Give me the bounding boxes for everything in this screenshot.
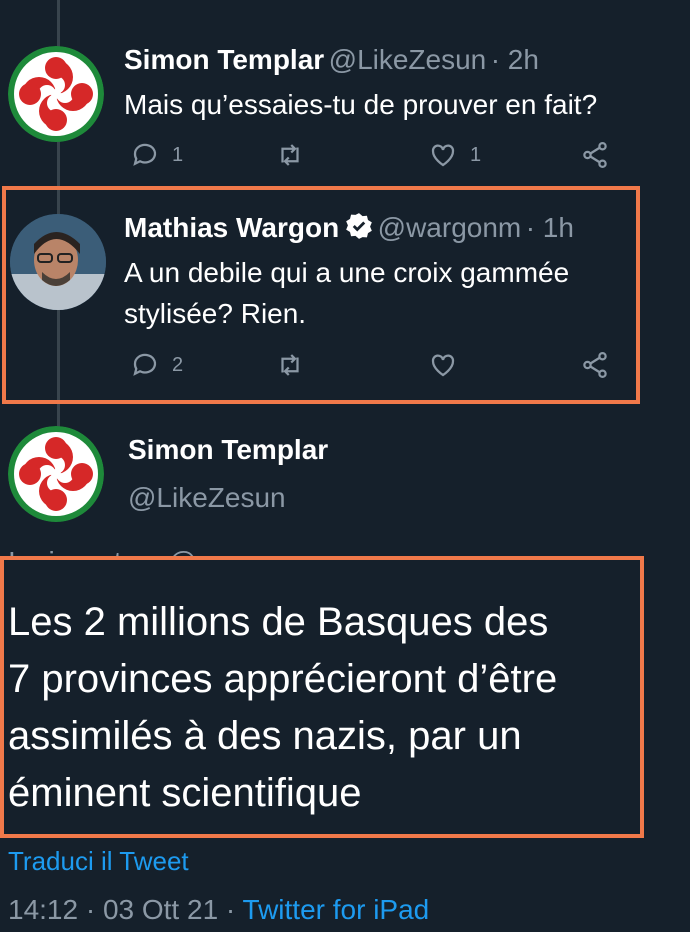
main-tweet-text-line2: 7 provinces apprécieront d’être — [8, 657, 558, 701]
main-tweet-handle[interactable]: @LikeZesun — [128, 482, 286, 514]
tweet2-text-line2: stylisée? Rien. — [124, 298, 307, 329]
heart-icon — [431, 354, 455, 377]
tweet-timestamp-row: 14:12 · 03 Ott 21 · Twitter for iPad — [8, 894, 429, 926]
tweet2-header: Mathias Wargon @wargonm · 1h — [124, 212, 574, 244]
main-tweet-text-line4: éminent scientifique — [8, 771, 362, 815]
tweet1-share-button[interactable] — [580, 140, 610, 170]
tweet2-actions: 2 — [130, 350, 630, 390]
tweet1-header: Simon Templar @LikeZesun · 2h — [124, 44, 539, 76]
tweet1-like-count: 1 — [470, 143, 482, 166]
tweet1-text: Mais qu’essaies-tu de prouver en fait? — [124, 89, 598, 120]
tweet2-reply-count: 2 — [172, 353, 184, 376]
tweet1-reply-button[interactable]: 1 — [130, 140, 183, 170]
retweet-icon — [281, 144, 299, 166]
main-tweet-author-name[interactable]: Simon Templar — [128, 434, 328, 466]
lauburu-icon — [8, 46, 104, 142]
tweet2-handle[interactable]: @wargonm — [378, 212, 522, 243]
tweet2-retweet-button[interactable] — [275, 350, 305, 380]
tweet1-reply-count: 1 — [172, 143, 184, 166]
tweet2-text-line1: A un debile qui a une croix gammée — [124, 257, 570, 288]
tweet-timestamp[interactable]: 14:12 · 03 Ott 21 · — [8, 894, 243, 925]
share-icon — [583, 352, 607, 378]
tweet2-reply-button[interactable]: 2 — [130, 350, 183, 380]
tweet1-time: · 2h — [490, 44, 539, 75]
avatar-simon-templar-main[interactable] — [8, 426, 104, 522]
translate-tweet-link[interactable]: Traduci il Tweet — [8, 846, 189, 877]
tweet2-time: · 1h — [525, 212, 574, 243]
tweet2-like-button[interactable] — [428, 350, 458, 380]
main-tweet-text-line3: assimilés à des nazis, par un — [8, 714, 522, 758]
share-icon — [583, 142, 607, 168]
heart-icon — [431, 144, 455, 167]
avatar-mathias-wargon[interactable] — [10, 214, 106, 310]
tweet1-retweet-button[interactable] — [275, 140, 305, 170]
retweet-icon — [281, 354, 299, 376]
lauburu-icon — [8, 426, 104, 522]
main-tweet-text: Les 2 millions de Basques des 7 province… — [8, 594, 638, 822]
tweet2-share-button[interactable] — [580, 350, 610, 380]
tweet-source-link[interactable]: Twitter for iPad — [243, 894, 430, 925]
profile-photo-icon — [10, 214, 106, 310]
tweet1-like-button[interactable]: 1 — [428, 140, 481, 170]
tweet2-text: A un debile qui a une croix gammée styli… — [124, 252, 569, 334]
tweet1-actions: 1 1 — [130, 140, 630, 180]
main-tweet-text-line1: Les 2 millions de Basques des — [8, 600, 549, 644]
reply-icon — [133, 353, 157, 376]
tweet2-author-name[interactable]: Mathias Wargon — [124, 212, 339, 243]
reply-icon — [133, 143, 157, 166]
tweet1-handle[interactable]: @LikeZesun — [329, 44, 487, 75]
verified-badge-icon — [346, 213, 373, 239]
tweet1-author-name[interactable]: Simon Templar — [124, 44, 324, 75]
avatar-simon-templar[interactable] — [8, 46, 104, 142]
